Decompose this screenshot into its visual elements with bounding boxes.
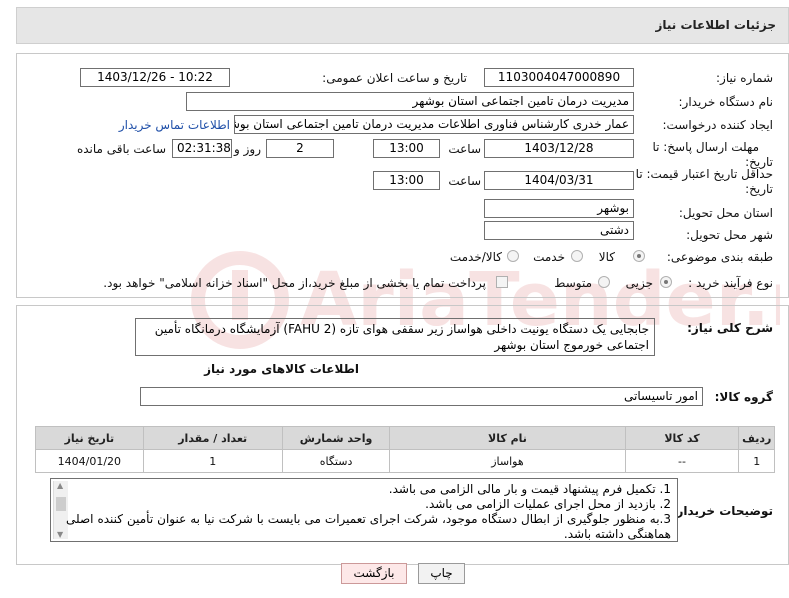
buyer-field[interactable]: مدیریت درمان تامین اجتماعی استان بوشهر	[186, 92, 634, 111]
cell-unit: دستگاه	[281, 449, 391, 473]
validity-label-date: تاریخ:	[745, 182, 773, 196]
description-textarea[interactable]: جابجایی یک دستگاه یونیت داخلی هواساز زیر…	[135, 318, 655, 356]
time-remaining-label: ساعت باقی مانده	[76, 142, 166, 156]
deadline-date-field[interactable]: 1403/12/28	[484, 139, 634, 158]
scroll-up-arrow-icon[interactable]: ▲	[57, 481, 63, 490]
description-label: شرح کلی نیاز:	[687, 321, 773, 335]
province-label: استان محل تحویل:	[678, 206, 773, 220]
validity-time-field[interactable]: 13:00	[373, 171, 440, 190]
column-need-date: تاریخ نیاز	[35, 426, 144, 450]
category-goods-radio[interactable]	[633, 250, 645, 262]
treasury-payment-label: پرداخت تمام یا بخشی از مبلغ خرید،از محل …	[103, 276, 486, 290]
announce-label: تاریخ و ساعت اعلان عمومی:	[322, 71, 467, 85]
print-button[interactable]: چاپ	[418, 563, 465, 584]
category-both-label: کالا/خدمت	[449, 250, 502, 264]
scroll-down-arrow-icon[interactable]: ▼	[57, 530, 63, 539]
validity-label: حداقل تاریخ اعتبار قیمت: تا	[635, 167, 773, 181]
days-remaining-field[interactable]: 2	[266, 139, 334, 158]
goods-table: ردیف کد کالا نام کالا واحد شمارش تعداد /…	[35, 426, 775, 473]
city-label: شهر محل تحویل:	[686, 228, 773, 242]
column-quantity: تعداد / مقدار	[142, 426, 283, 450]
city-field[interactable]: دشتی	[484, 221, 634, 240]
buyer-contact-link[interactable]: اطلاعات تماس خریدار	[119, 118, 230, 132]
category-service-label: خدمت	[533, 250, 565, 264]
cell-need-date: 1404/01/20	[35, 449, 144, 473]
category-goods-label: کالا	[598, 250, 615, 264]
page-title: جزئیات اطلاعات نیاز	[655, 18, 776, 32]
goods-group-label: گروه کالا:	[714, 390, 773, 404]
creator-label: ایجاد کننده درخواست:	[662, 118, 773, 132]
back-button[interactable]: بازگشت	[341, 563, 407, 584]
validity-date-field[interactable]: 1404/03/31	[484, 171, 634, 190]
goods-group-field[interactable]: امور تاسیساتی	[140, 387, 703, 406]
note-line: 1. تکمیل فرم پیشنهاد قیمت و بار مالی الز…	[388, 482, 671, 496]
column-unit: واحد شمارش	[281, 426, 391, 450]
process-type-label: نوع فرآیند خرید :	[688, 276, 773, 290]
days-label: روز و	[234, 142, 261, 156]
process-minor-radio[interactable]	[660, 276, 672, 288]
buyer-notes-label: توضیحات خریدار:	[671, 504, 773, 518]
validity-time-label: ساعت	[448, 174, 481, 188]
column-goods-code: کد کالا	[624, 426, 740, 450]
deadline-time-field[interactable]: 13:00	[373, 139, 440, 158]
category-label: طبقه بندی موضوعی:	[666, 250, 773, 264]
note-line: 2. بازدید از محل اجرای عملیات الزامی می …	[425, 497, 671, 511]
note-line: 3.به منظور جلوگیری از ابطال دستگاه موجود…	[66, 512, 671, 541]
category-both-radio[interactable]	[507, 250, 519, 262]
need-number-field[interactable]: 1103004047000890	[484, 68, 634, 87]
deadline-label: مهلت ارسال پاسخ: تا	[652, 140, 759, 154]
creator-field[interactable]: عمار خدری کارشناس فناوری اطلاعات مدیریت …	[234, 115, 634, 134]
column-row-number: ردیف	[738, 426, 775, 450]
cell-goods-code: --	[624, 449, 740, 473]
cell-goods-name: هواساز	[389, 449, 626, 473]
treasury-payment-checkbox[interactable]	[496, 276, 508, 288]
process-minor-label: جزیی	[625, 276, 653, 290]
category-service-radio[interactable]	[571, 250, 583, 262]
process-medium-label: متوسط	[554, 276, 592, 290]
cell-quantity: 1	[142, 449, 283, 473]
process-medium-radio[interactable]	[598, 276, 610, 288]
scrollbar-thumb[interactable]	[56, 497, 66, 511]
buyer-label: نام دستگاه خریدار:	[678, 95, 774, 109]
deadline-time-label: ساعت	[448, 142, 481, 156]
column-goods-name: نام کالا	[389, 426, 626, 450]
goods-table-header: ردیف کد کالا نام کالا واحد شمارش تعداد /…	[35, 426, 775, 450]
time-remaining-field[interactable]: 02:31:38	[172, 139, 232, 158]
announce-datetime-field[interactable]: 1403/12/26 - 10:22	[80, 68, 230, 87]
buyer-notes-textarea[interactable]: ▲ ▼ 1. تکمیل فرم پیشنهاد قیمت و بار مالی…	[50, 478, 678, 542]
table-row: 1 -- هواساز دستگاه 1 1404/01/20	[35, 449, 775, 473]
need-number-label: شماره نیاز:	[716, 71, 773, 85]
page-header: جزئیات اطلاعات نیاز	[16, 7, 789, 44]
goods-section-title: اطلاعات کالاهای مورد نیاز	[204, 362, 359, 376]
cell-row-number: 1	[738, 449, 775, 473]
province-field[interactable]: بوشهر	[484, 199, 634, 218]
buyer-notes-text: 1. تکمیل فرم پیشنهاد قیمت و بار مالی الز…	[66, 482, 671, 542]
